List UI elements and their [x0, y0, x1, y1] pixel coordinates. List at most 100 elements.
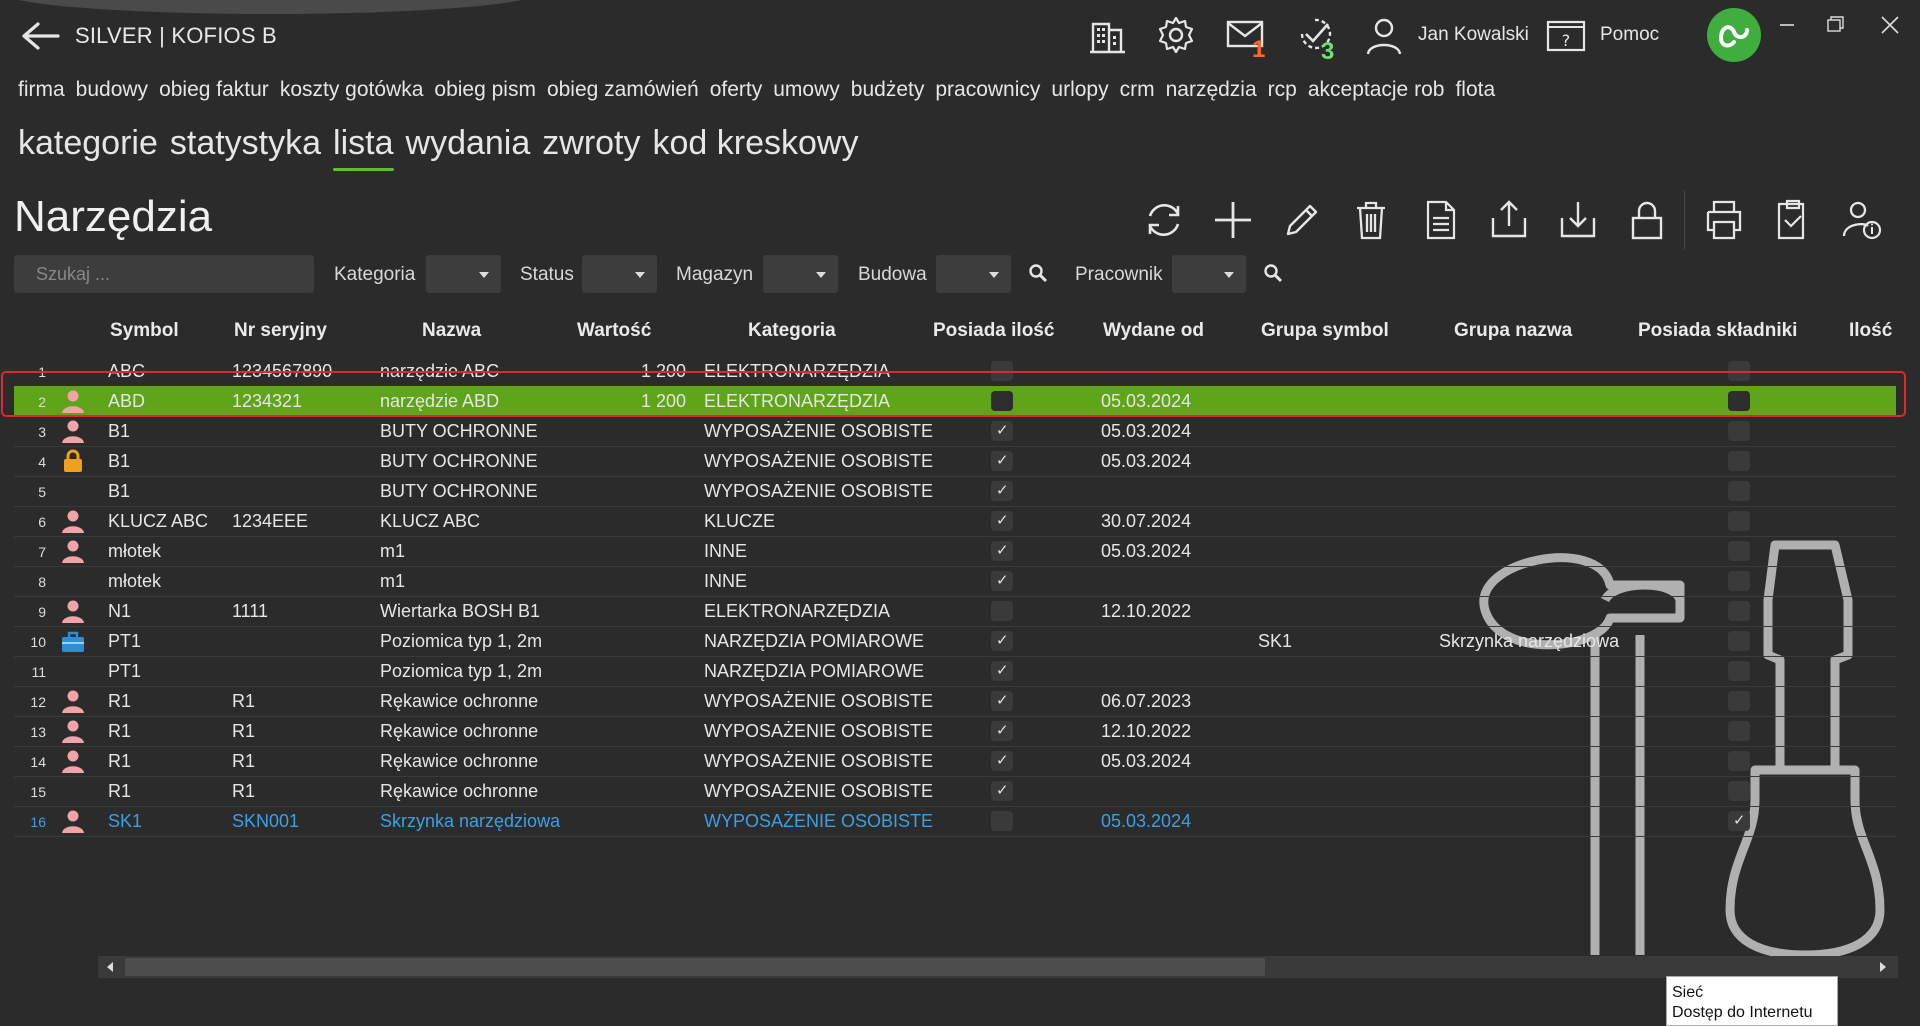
- magazyn-select[interactable]: [763, 255, 838, 293]
- budowa-search-icon[interactable]: [1027, 262, 1049, 284]
- gear-icon[interactable]: [1155, 14, 1197, 56]
- has-qty-checkbox[interactable]: [991, 751, 1013, 771]
- col-issued-from[interactable]: Wydane od: [1103, 320, 1204, 342]
- has-qty-checkbox[interactable]: [991, 601, 1013, 621]
- sub-nav-tab[interactable]: kod kreskowy: [653, 124, 859, 163]
- module-nav-item[interactable]: rcp: [1268, 78, 1297, 108]
- table-row[interactable]: 7 młotek m1 INNE 05.03.2024: [14, 536, 1896, 567]
- has-parts-checkbox[interactable]: [1728, 481, 1750, 501]
- module-nav-item[interactable]: obieg faktur: [159, 78, 269, 108]
- col-name[interactable]: Nazwa: [422, 320, 481, 342]
- col-serial[interactable]: Nr seryjny: [234, 320, 327, 342]
- has-qty-checkbox[interactable]: [991, 631, 1013, 651]
- has-qty-checkbox[interactable]: [991, 811, 1013, 831]
- document-icon[interactable]: [1416, 196, 1464, 244]
- help-icon[interactable]: ?: [1545, 14, 1587, 56]
- has-qty-checkbox[interactable]: [991, 781, 1013, 801]
- module-nav-item[interactable]: obieg zamówień: [547, 78, 699, 108]
- table-row[interactable]: 13 R1 R1 Rękawice ochronne WYPOSAŻENIE OSOBI…: [14, 716, 1896, 747]
- has-qty-checkbox[interactable]: [991, 571, 1013, 591]
- module-nav-item[interactable]: akceptacje rob: [1308, 78, 1445, 108]
- module-nav-item[interactable]: budowy: [76, 78, 148, 108]
- sub-nav-tab[interactable]: lista: [333, 124, 394, 171]
- sub-nav-tab[interactable]: zwroty: [542, 124, 640, 163]
- has-qty-checkbox[interactable]: [991, 721, 1013, 741]
- user-info-icon[interactable]: [1838, 196, 1886, 244]
- has-parts-checkbox[interactable]: [1728, 571, 1750, 591]
- table-row[interactable]: 3 B1 BUTY OCHRONNE WYPOSAŻENIE OSOBISTE 05.0…: [14, 416, 1896, 447]
- table-row[interactable]: 9 N1 1111 Wiertarka BOSH B1 ELEKTRONARZĘDZIA…: [14, 596, 1896, 627]
- table-row[interactable]: 8 młotek m1 INNE: [14, 566, 1896, 597]
- sub-nav-tab[interactable]: statystyka: [170, 124, 321, 163]
- has-qty-checkbox[interactable]: [991, 541, 1013, 561]
- lock-icon[interactable]: [1623, 196, 1671, 244]
- has-parts-checkbox[interactable]: [1728, 661, 1750, 681]
- table-row[interactable]: 4 B1 BUTY OCHRONNE WYPOSAŻENIE OSOBISTE 05.0…: [14, 446, 1896, 477]
- col-group-name[interactable]: Grupa nazwa: [1454, 320, 1572, 342]
- module-nav-item[interactable]: flota: [1455, 78, 1495, 108]
- print-icon[interactable]: [1700, 196, 1748, 244]
- restore-button[interactable]: [1820, 12, 1850, 38]
- back-icon[interactable]: [18, 18, 62, 54]
- table-row[interactable]: 15 R1 R1 Rękawice ochronne WYPOSAŻENIE OSOBI…: [14, 776, 1896, 807]
- budowa-select[interactable]: [936, 255, 1011, 293]
- module-nav-item[interactable]: narzędzia: [1166, 78, 1257, 108]
- pracownik-select[interactable]: [1172, 255, 1246, 293]
- module-nav-item[interactable]: urlopy: [1051, 78, 1108, 108]
- add-icon[interactable]: [1209, 196, 1257, 244]
- col-symbol[interactable]: Symbol: [110, 320, 179, 342]
- pracownik-search-icon[interactable]: [1262, 262, 1284, 284]
- has-parts-checkbox[interactable]: [1728, 421, 1750, 441]
- export-icon[interactable]: [1485, 196, 1533, 244]
- table-row[interactable]: 16 SK1 SKN001 Skrzynka narzędziowa WYPOSAŻEN…: [14, 806, 1896, 837]
- scroll-left-icon[interactable]: [107, 962, 113, 972]
- has-parts-checkbox[interactable]: [1728, 691, 1750, 711]
- status-select[interactable]: [582, 255, 657, 293]
- has-parts-checkbox[interactable]: [1728, 511, 1750, 531]
- search-input[interactable]: [14, 255, 314, 293]
- module-nav-item[interactable]: firma: [18, 78, 65, 108]
- col-category[interactable]: Kategoria: [748, 320, 836, 342]
- import-icon[interactable]: [1554, 196, 1602, 244]
- scrollbar-thumb[interactable]: [125, 958, 1265, 976]
- kategoria-select[interactable]: [426, 255, 501, 293]
- has-parts-checkbox[interactable]: [1728, 781, 1750, 801]
- table-row[interactable]: 6 KLUCZ ABC 1234EEE KLUCZ ABC KLUCZE 30.07.20…: [14, 506, 1896, 537]
- col-qty[interactable]: Ilość: [1849, 320, 1892, 342]
- module-nav-item[interactable]: budżety: [851, 78, 925, 108]
- has-qty-checkbox[interactable]: [991, 661, 1013, 681]
- scroll-right-icon[interactable]: [1880, 962, 1886, 972]
- refresh-icon[interactable]: [1140, 196, 1188, 244]
- table-row[interactable]: 10 PT1 Poziomica typ 1, 2m NARZĘDZIA POMIAR…: [14, 626, 1896, 657]
- sub-nav-tab[interactable]: kategorie: [18, 124, 158, 163]
- module-nav-item[interactable]: crm: [1120, 78, 1155, 108]
- table-row[interactable]: 12 R1 R1 Rękawice ochronne WYPOSAŻENIE OSOBI…: [14, 686, 1896, 717]
- sub-nav-tab[interactable]: wydania: [406, 124, 531, 163]
- col-value[interactable]: Wartość: [577, 320, 651, 342]
- module-nav-item[interactable]: obieg pism: [434, 78, 536, 108]
- minimize-button[interactable]: [1772, 12, 1802, 38]
- has-qty-checkbox[interactable]: [991, 451, 1013, 471]
- has-parts-checkbox[interactable]: [1728, 751, 1750, 771]
- clipboard-icon[interactable]: [1769, 196, 1817, 244]
- has-parts-checkbox[interactable]: [1728, 541, 1750, 561]
- user-icon[interactable]: [1363, 14, 1405, 56]
- module-nav-item[interactable]: pracownicy: [935, 78, 1040, 108]
- user-name[interactable]: Jan Kowalski: [1418, 24, 1529, 46]
- has-qty-checkbox[interactable]: [991, 481, 1013, 501]
- table-row[interactable]: 11 PT1 Poziomica typ 1, 2m NARZĘDZIA POMIAR…: [14, 656, 1896, 687]
- col-has-parts[interactable]: Posiada składniki: [1638, 320, 1797, 342]
- has-parts-checkbox[interactable]: [1728, 451, 1750, 471]
- has-parts-checkbox[interactable]: [1728, 721, 1750, 741]
- has-qty-checkbox[interactable]: [991, 421, 1013, 441]
- help-label[interactable]: Pomoc: [1600, 24, 1659, 46]
- close-button[interactable]: [1875, 12, 1905, 38]
- logo-icon[interactable]: [1707, 8, 1761, 62]
- delete-icon[interactable]: [1347, 196, 1395, 244]
- table-row[interactable]: 14 R1 R1 Rękawice ochronne WYPOSAŻENIE OSOBI…: [14, 746, 1896, 777]
- has-parts-checkbox[interactable]: [1728, 811, 1750, 831]
- col-has-qty[interactable]: Posiada ilość: [933, 320, 1054, 342]
- module-nav-item[interactable]: umowy: [773, 78, 840, 108]
- module-nav-item[interactable]: oferty: [710, 78, 763, 108]
- has-qty-checkbox[interactable]: [991, 511, 1013, 531]
